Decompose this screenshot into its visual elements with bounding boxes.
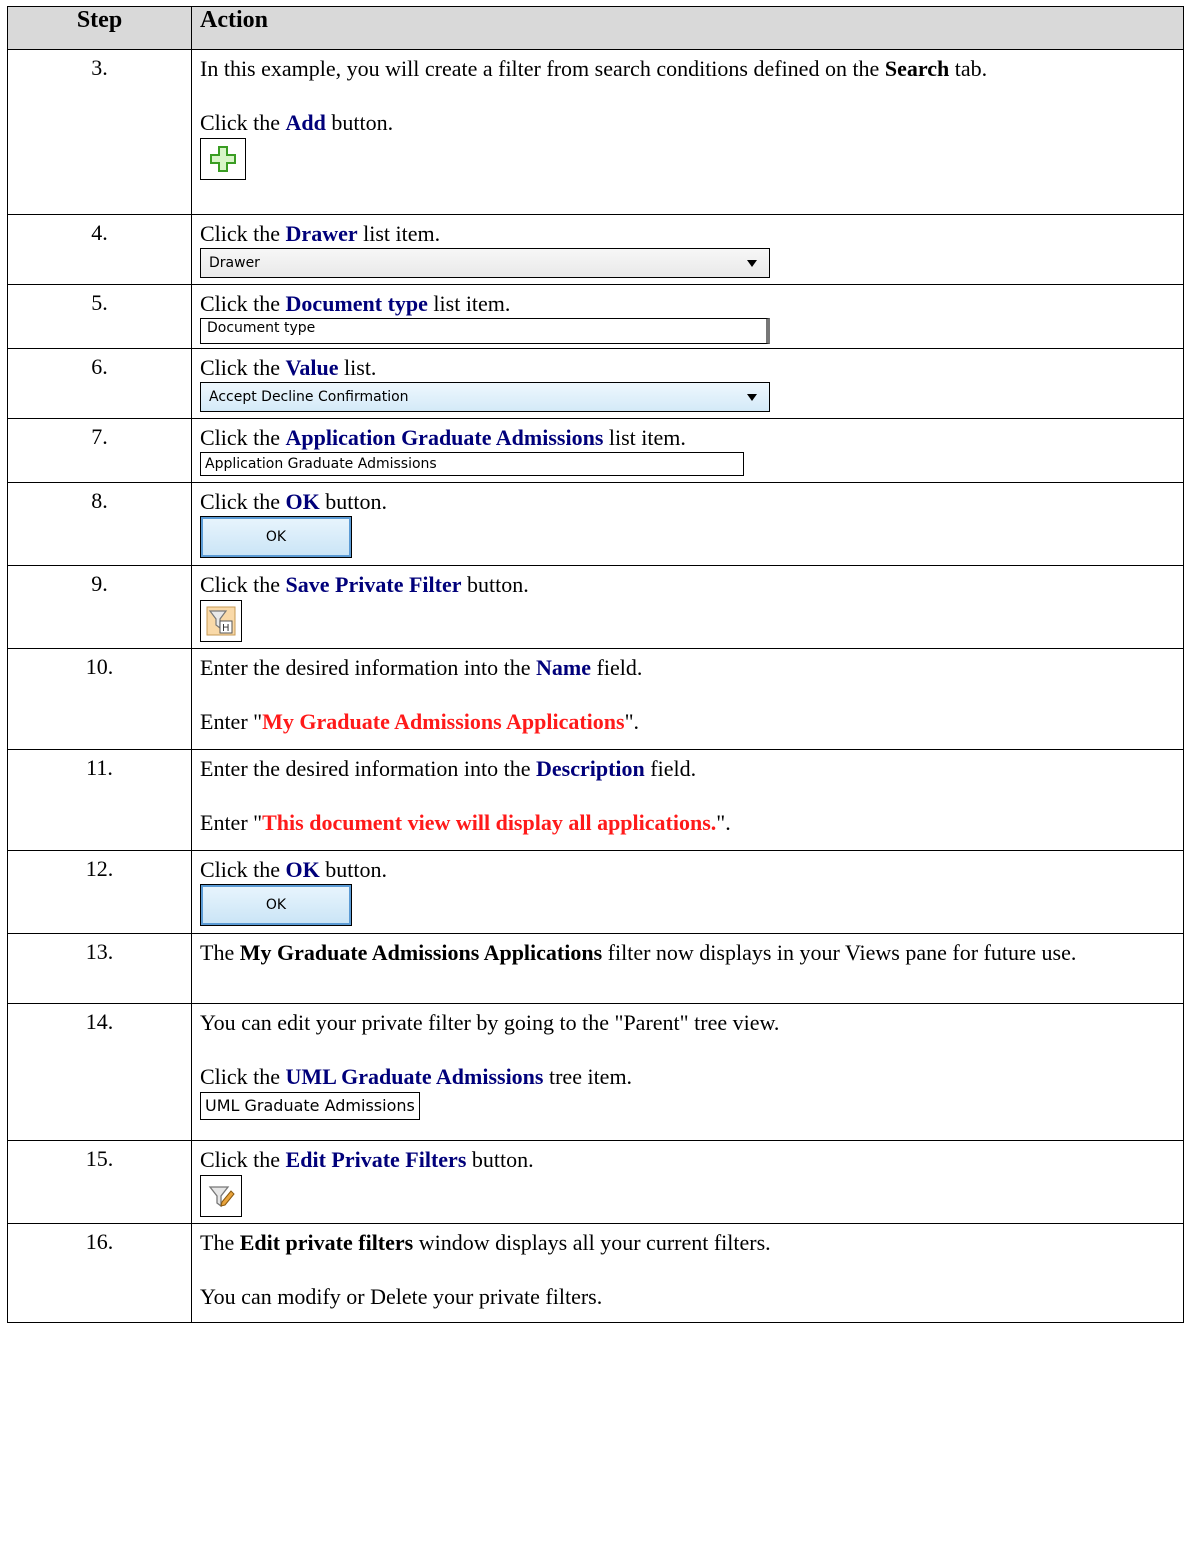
step-action: Click the Value list. Accept Decline Con… bbox=[191, 348, 1184, 419]
add-button[interactable] bbox=[200, 138, 246, 180]
action-header: Action bbox=[191, 6, 1184, 50]
step-number: 5. bbox=[7, 284, 192, 349]
edit-private-filters-button[interactable] bbox=[200, 1175, 242, 1217]
step-row-14: 14. You can edit your private filter by … bbox=[7, 1003, 1184, 1141]
save-private-filter-button[interactable]: H bbox=[200, 600, 242, 642]
entry-value: This document view will display all appl… bbox=[262, 810, 717, 835]
step-action: Enter the desired information into the D… bbox=[191, 749, 1184, 851]
instruction-text: Click the Add button. bbox=[200, 110, 394, 135]
chevron-down-icon bbox=[747, 394, 757, 401]
entry-value: My Graduate Admissions Applications bbox=[262, 709, 625, 734]
step-action: Click the Save Private Filter button. H bbox=[191, 565, 1184, 649]
step-action: Click the OK button. OK bbox=[191, 850, 1184, 934]
svg-text:H: H bbox=[222, 623, 230, 634]
step-row-3: 3. In this example, you will create a fi… bbox=[7, 49, 1184, 215]
document-type-list-item[interactable]: Document type bbox=[200, 318, 770, 344]
step-number: 8. bbox=[7, 482, 192, 566]
step-number: 10. bbox=[7, 648, 192, 750]
step-row-10: 10. Enter the desired information into t… bbox=[7, 648, 1184, 750]
ok-button[interactable]: OK bbox=[200, 516, 352, 558]
step-action: The Edit private filters window displays… bbox=[191, 1223, 1184, 1323]
dropdown-value: Drawer bbox=[209, 254, 260, 271]
step-action: In this example, you will create a filte… bbox=[191, 49, 1184, 215]
step-number: 11. bbox=[7, 749, 192, 851]
add-plus-icon bbox=[210, 146, 236, 172]
step-row-15: 15. Click the Edit Private Filters butto… bbox=[7, 1140, 1184, 1224]
step-row-4: 4. Click the Drawer list item. Drawer bbox=[7, 214, 1184, 285]
step-action: Click the Application Graduate Admission… bbox=[191, 418, 1184, 483]
step-number: 6. bbox=[7, 348, 192, 419]
edit-filter-icon bbox=[208, 1186, 235, 1208]
step-action: Click the OK button. OK bbox=[191, 482, 1184, 566]
application-list-item[interactable]: Application Graduate Admissions bbox=[200, 452, 744, 476]
step-header: Step bbox=[7, 6, 192, 50]
instruction-text: You can modify or Delete your private fi… bbox=[200, 1284, 603, 1309]
step-row-13: 13. The My Graduate Admissions Applicati… bbox=[7, 933, 1184, 1004]
step-action: Enter the desired information into the N… bbox=[191, 648, 1184, 750]
drawer-dropdown[interactable]: Drawer bbox=[200, 248, 770, 278]
step-number: 12. bbox=[7, 850, 192, 934]
add-keyword: Add bbox=[285, 110, 326, 135]
dropdown-value: Accept Decline Confirmation bbox=[209, 388, 409, 405]
step-number: 13. bbox=[7, 933, 192, 1004]
value-dropdown[interactable]: Accept Decline Confirmation bbox=[200, 382, 770, 412]
steps-table: Step Action 3. In this example, you will… bbox=[7, 6, 1184, 1323]
step-row-7: 7. Click the Application Graduate Admiss… bbox=[7, 418, 1184, 483]
step-number: 9. bbox=[7, 565, 192, 649]
step-action: Click the Edit Private Filters button. bbox=[191, 1140, 1184, 1224]
step-action: Click the Drawer list item. Drawer bbox=[191, 214, 1184, 285]
step-action: The My Graduate Admissions Applications … bbox=[191, 933, 1184, 1004]
step-row-12: 12. Click the OK button. OK bbox=[7, 850, 1184, 934]
save-filter-icon: H bbox=[206, 606, 236, 636]
instruction-text: You can edit your private filter by goin… bbox=[200, 1010, 780, 1035]
step-row-6: 6. Click the Value list. Accept Decline … bbox=[7, 348, 1184, 419]
step-row-9: 9. Click the Save Private Filter button.… bbox=[7, 565, 1184, 649]
step-number: 15. bbox=[7, 1140, 192, 1224]
step-number: 7. bbox=[7, 418, 192, 483]
step-number: 16. bbox=[7, 1223, 192, 1323]
uml-graduate-admissions-tree-item[interactable]: UML Graduate Admissions bbox=[200, 1091, 420, 1120]
step-row-16: 16. The Edit private filters window disp… bbox=[7, 1223, 1184, 1323]
step-action: Click the Document type list item. Docum… bbox=[191, 284, 1184, 349]
search-tab-ref: Search bbox=[884, 56, 950, 81]
step-row-8: 8. Click the OK button. OK bbox=[7, 482, 1184, 566]
step-number: 14. bbox=[7, 1003, 192, 1141]
ok-button[interactable]: OK bbox=[200, 884, 352, 926]
chevron-down-icon bbox=[747, 260, 757, 267]
header-row: Step Action bbox=[7, 6, 1184, 50]
step-row-11: 11. Enter the desired information into t… bbox=[7, 749, 1184, 851]
step-number: 4. bbox=[7, 214, 192, 285]
instruction-text: In this example, you will create a filte… bbox=[200, 56, 988, 81]
step-action: You can edit your private filter by goin… bbox=[191, 1003, 1184, 1141]
step-number: 3. bbox=[7, 49, 192, 215]
step-row-5: 5. Click the Document type list item. Do… bbox=[7, 284, 1184, 349]
